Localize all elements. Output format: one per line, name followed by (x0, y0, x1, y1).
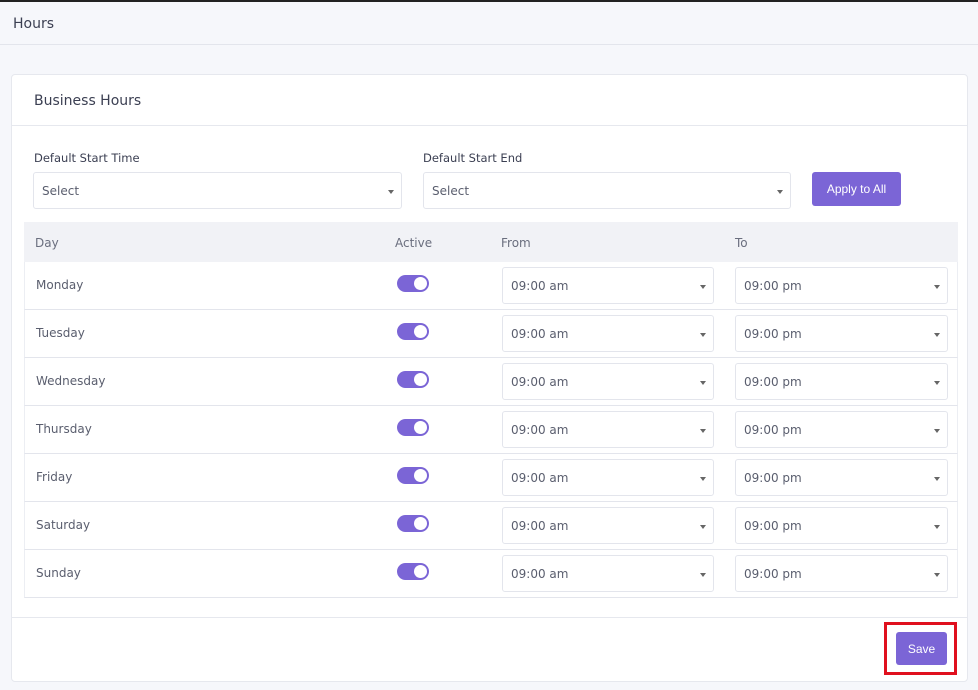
default-start-end-label: Default Start End (423, 151, 523, 165)
header-active: Active (395, 236, 433, 250)
caret-down-icon (934, 381, 940, 385)
select-value: 09:00 pm (744, 375, 802, 389)
caret-down-icon (700, 333, 706, 337)
caret-down-icon (700, 285, 706, 289)
from-time-select[interactable]: 09:00 am (502, 363, 714, 400)
toggle-knob (414, 373, 427, 386)
caret-down-icon (700, 381, 706, 385)
select-value: 09:00 pm (744, 519, 802, 533)
caret-down-icon (700, 525, 706, 529)
select-value: 09:00 am (511, 519, 569, 533)
table-row: Monday 09:00 am 09:00 pm (24, 262, 958, 310)
table-row: Saturday 09:00 am 09:00 pm (24, 502, 958, 550)
active-toggle[interactable] (397, 323, 429, 340)
select-value: 09:00 am (511, 327, 569, 341)
header-day: Day (35, 236, 59, 250)
save-button-highlight (884, 622, 957, 675)
caret-down-icon (777, 190, 783, 194)
select-value: 09:00 am (511, 375, 569, 389)
caret-down-icon (700, 573, 706, 577)
caret-down-icon (388, 190, 394, 194)
toggle-knob (414, 421, 427, 434)
to-time-select[interactable]: 09:00 pm (735, 315, 948, 352)
from-time-select[interactable]: 09:00 am (502, 315, 714, 352)
card-footer-divider (12, 617, 967, 618)
to-time-select[interactable]: 09:00 pm (735, 363, 948, 400)
select-value: 09:00 pm (744, 567, 802, 581)
active-toggle[interactable] (397, 515, 429, 532)
active-toggle[interactable] (397, 419, 429, 436)
caret-down-icon (934, 333, 940, 337)
caret-down-icon (934, 285, 940, 289)
select-value: Select (42, 184, 80, 198)
card-title: Business Hours (34, 93, 142, 109)
default-start-time-select[interactable]: Select (33, 172, 402, 209)
caret-down-icon (934, 573, 940, 577)
business-hours-card: Business Hours Default Start Time Select… (11, 74, 968, 682)
table-header: Day Active From To (24, 222, 958, 262)
header-from: From (501, 236, 531, 250)
select-value: 09:00 pm (744, 471, 802, 485)
table-row: Thursday 09:00 am 09:00 pm (24, 406, 958, 454)
toggle-knob (414, 277, 427, 290)
select-value: 09:00 am (511, 567, 569, 581)
from-time-select[interactable]: 09:00 am (502, 459, 714, 496)
to-time-select[interactable]: 09:00 pm (735, 507, 948, 544)
table-row: Sunday 09:00 am 09:00 pm (24, 550, 958, 598)
page-header: Hours (0, 2, 978, 45)
active-toggle[interactable] (397, 467, 429, 484)
from-time-select[interactable]: 09:00 am (502, 267, 714, 304)
day-name: Sunday (36, 566, 81, 580)
toggle-knob (414, 325, 427, 338)
select-value: 09:00 am (511, 471, 569, 485)
from-time-select[interactable]: 09:00 am (502, 555, 714, 592)
header-to: To (735, 236, 748, 250)
toggle-knob (414, 469, 427, 482)
card-header: Business Hours (12, 75, 967, 126)
caret-down-icon (700, 429, 706, 433)
toggle-knob (414, 517, 427, 530)
from-time-select[interactable]: 09:00 am (502, 411, 714, 448)
select-value: 09:00 pm (744, 279, 802, 293)
active-toggle[interactable] (397, 563, 429, 580)
select-value: 09:00 pm (744, 327, 802, 341)
table-row: Wednesday 09:00 am 09:00 pm (24, 358, 958, 406)
caret-down-icon (934, 429, 940, 433)
page-title: Hours (13, 16, 55, 32)
select-value: Select (432, 184, 470, 198)
from-time-select[interactable]: 09:00 am (502, 507, 714, 544)
day-name: Friday (36, 470, 73, 484)
apply-to-all-button[interactable]: Apply to All (812, 172, 901, 206)
to-time-select[interactable]: 09:00 pm (735, 411, 948, 448)
default-start-end-select[interactable]: Select (423, 172, 791, 209)
select-value: 09:00 am (511, 279, 569, 293)
caret-down-icon (700, 477, 706, 481)
active-toggle[interactable] (397, 371, 429, 388)
table-row: Tuesday 09:00 am 09:00 pm (24, 310, 958, 358)
day-name: Monday (36, 278, 84, 292)
table-row: Friday 09:00 am 09:00 pm (24, 454, 958, 502)
default-start-time-label: Default Start Time (34, 151, 140, 165)
day-name: Saturday (36, 518, 91, 532)
caret-down-icon (934, 477, 940, 481)
day-name: Tuesday (36, 326, 85, 340)
toggle-knob (414, 565, 427, 578)
active-toggle[interactable] (397, 275, 429, 292)
to-time-select[interactable]: 09:00 pm (735, 267, 948, 304)
select-value: 09:00 am (511, 423, 569, 437)
to-time-select[interactable]: 09:00 pm (735, 459, 948, 496)
day-name: Thursday (36, 422, 92, 436)
caret-down-icon (934, 525, 940, 529)
day-name: Wednesday (36, 374, 106, 388)
select-value: 09:00 pm (744, 423, 802, 437)
to-time-select[interactable]: 09:00 pm (735, 555, 948, 592)
